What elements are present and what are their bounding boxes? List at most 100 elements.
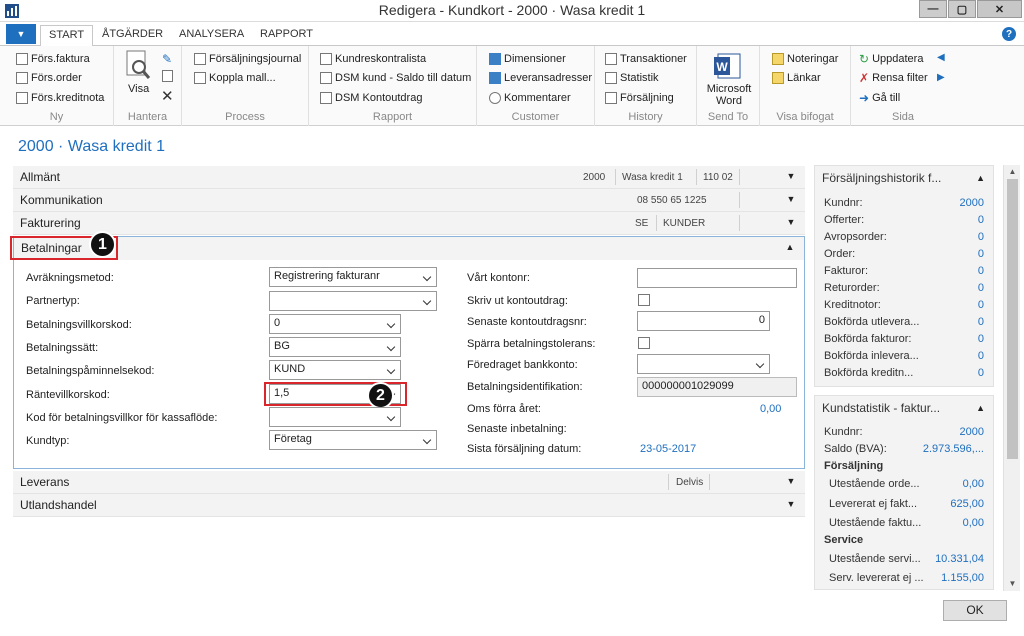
fasttab-leverans[interactable]: Leverans Delvis ▼ — [13, 471, 805, 494]
help-icon[interactable]: ? — [1002, 27, 1016, 41]
factbox-value[interactable]: 10.331,04 — [935, 553, 984, 565]
forsaljning-button[interactable]: Försäljning — [605, 90, 674, 106]
betalningspaminnelsekod-select[interactable]: KUND — [269, 360, 401, 380]
chevron-up-icon[interactable]: ▲ — [976, 403, 985, 413]
avrakningsmetod-select[interactable]: Registrering fakturanr — [269, 267, 437, 287]
close-button[interactable]: ✕ — [977, 0, 1022, 18]
microsoft-word-button[interactable]: Microsoft Word — [705, 82, 753, 108]
factbox-value[interactable]: 2.973.596,... — [923, 443, 984, 455]
vertical-scrollbar[interactable]: ▲ ▼ — [1003, 165, 1020, 591]
factbox-value[interactable]: 1.155,00 — [941, 572, 984, 584]
factbox-value[interactable]: 625,00 — [950, 498, 984, 510]
factbox-value[interactable]: 0 — [978, 299, 984, 311]
chevron-down-icon[interactable]: ▼ — [786, 217, 796, 227]
factbox-value[interactable]: 0 — [978, 265, 984, 277]
tab-analysera[interactable]: ANALYSERA — [171, 26, 252, 46]
fasttab-summary: Delvis — [676, 477, 704, 488]
betalningsvillkorskod-select[interactable]: 0 — [269, 314, 401, 334]
factbox-value[interactable]: 0 — [978, 214, 984, 226]
factbox-value[interactable]: 0 — [978, 333, 984, 345]
fasttab-header[interactable]: Betalningar ▲ — [14, 237, 804, 260]
address-icon — [489, 72, 501, 84]
kundreskontralista-button[interactable]: Kundreskontralista — [320, 51, 426, 67]
tab-atgarder[interactable]: ÅTGÄRDER — [94, 26, 171, 46]
scroll-up-icon[interactable]: ▲ — [1004, 165, 1021, 179]
betalningssatt-select[interactable]: BG — [269, 337, 401, 357]
report-icon — [320, 53, 332, 65]
tab-rapport[interactable]: RAPPORT — [252, 26, 321, 46]
factbox-value[interactable]: 0 — [978, 231, 984, 243]
separator — [739, 215, 740, 231]
factbox-value[interactable]: 0 — [978, 248, 984, 260]
factbox-value[interactable]: 2000 — [960, 426, 984, 438]
fasttab-fakturering[interactable]: Fakturering SE KUNDER ▼ — [13, 212, 805, 235]
visa-button[interactable]: Visa — [128, 81, 149, 97]
chevron-up-icon[interactable]: ▲ — [785, 242, 795, 252]
factbox-value[interactable]: 2000 — [960, 197, 984, 209]
fors-order-button[interactable]: Förs.order — [16, 70, 82, 86]
note-icon — [772, 53, 784, 65]
group-send-to: W Microsoft Word Send To — [697, 46, 760, 126]
foredraget-bankkonto-select[interactable] — [637, 354, 770, 374]
senaste-kontoutdragsnr-input[interactable]: 0 — [637, 311, 770, 331]
chevron-down-icon[interactable]: ▼ — [786, 171, 796, 181]
dsm-kontoutdrag-button[interactable]: DSM Kontoutdrag — [320, 90, 422, 106]
skriv-ut-kontoutdrag-checkbox[interactable] — [638, 294, 650, 306]
uppdatera-button[interactable]: ↻ Uppdatera — [859, 51, 923, 67]
chevron-down-icon[interactable]: ▼ — [786, 499, 796, 509]
fasttab-summary: 110 02 — [703, 172, 733, 183]
sparra-betalningstolerans-checkbox[interactable] — [638, 337, 650, 349]
edit-icon[interactable]: ✎ — [162, 52, 172, 66]
fasttab-kommunikation[interactable]: Kommunikation 08 550 65 1225 ▼ — [13, 189, 805, 212]
factbox-value[interactable]: 0 — [978, 316, 984, 328]
app-menu-button[interactable]: ▼ — [6, 24, 36, 44]
tab-start[interactable]: START — [40, 25, 94, 47]
dimensioner-button[interactable]: Dimensioner — [489, 51, 566, 67]
vart-kontonr-input[interactable] — [637, 268, 797, 288]
kommentarer-button[interactable]: Kommentarer — [489, 90, 571, 106]
factbox-value[interactable]: 0,00 — [963, 478, 984, 490]
group-process: Försäljningsjournal Koppla mall... Proce… — [182, 46, 309, 126]
factbox-value[interactable]: 0 — [978, 350, 984, 362]
fasttab-label: Kommunikation — [20, 193, 103, 207]
kassaflode-villkor-select[interactable] — [269, 407, 401, 427]
statistik-button[interactable]: Statistik — [605, 70, 659, 86]
fors-kreditnota-button[interactable]: Förs.kreditnota — [16, 90, 104, 106]
callout-marker-2: 2 — [367, 382, 394, 409]
partnertyp-select[interactable] — [269, 291, 437, 311]
ok-button[interactable]: OK — [943, 600, 1007, 621]
next-arrow-icon[interactable]: ▶ — [937, 72, 945, 83]
oms-forra-aret-value[interactable]: 0,00 — [760, 403, 781, 415]
chevron-down-icon[interactable]: ▼ — [786, 476, 796, 486]
kundtyp-select[interactable]: Företag — [269, 430, 437, 450]
koppla-mall-button[interactable]: Koppla mall... — [194, 70, 276, 86]
field-label: Betalningspåminnelsekod: — [26, 365, 155, 377]
forsaljningsjournal-button[interactable]: Försäljningsjournal — [194, 51, 301, 67]
ga-till-button[interactable]: ➜ Gå till — [859, 90, 900, 106]
minimize-button[interactable]: — — [919, 0, 947, 18]
fasttab-label: Leverans — [20, 475, 70, 489]
delete-icon[interactable]: ✕ — [161, 87, 174, 105]
maximize-button[interactable]: ▢ — [948, 0, 976, 18]
factbox-row: Bokförda inlevera... 0 — [824, 350, 984, 362]
fors-faktura-button[interactable]: Förs.faktura — [16, 51, 90, 67]
new-icon[interactable] — [162, 70, 173, 82]
chevron-down-icon[interactable]: ▼ — [786, 194, 796, 204]
fasttab-allmant[interactable]: Allmänt 2000 Wasa kredit 1 110 02 ▼ — [13, 166, 805, 189]
chevron-up-icon[interactable]: ▲ — [976, 173, 985, 183]
previous-arrow-icon[interactable]: ◀ — [937, 52, 945, 63]
transaktioner-button[interactable]: Transaktioner — [605, 51, 687, 67]
scroll-down-icon[interactable]: ▼ — [1004, 577, 1021, 591]
lankar-button[interactable]: Länkar — [772, 70, 821, 86]
scrollbar-thumb[interactable] — [1007, 179, 1018, 459]
rensa-filter-button[interactable]: ✗ Rensa filter — [859, 70, 928, 86]
report-icon — [320, 92, 332, 104]
factbox-row: Fakturor: 0 — [824, 265, 984, 277]
factbox-value[interactable]: 0 — [978, 282, 984, 294]
dsm-kund-saldo-button[interactable]: DSM kund - Saldo till datum — [320, 70, 471, 86]
factbox-value[interactable]: 0 — [978, 367, 984, 379]
fasttab-utlandshandel[interactable]: Utlandshandel ▼ — [13, 494, 805, 517]
factbox-value[interactable]: 0,00 — [963, 517, 984, 529]
noteringar-button[interactable]: Noteringar — [772, 51, 838, 67]
leveransadresser-button[interactable]: Leveransadresser — [489, 70, 592, 86]
